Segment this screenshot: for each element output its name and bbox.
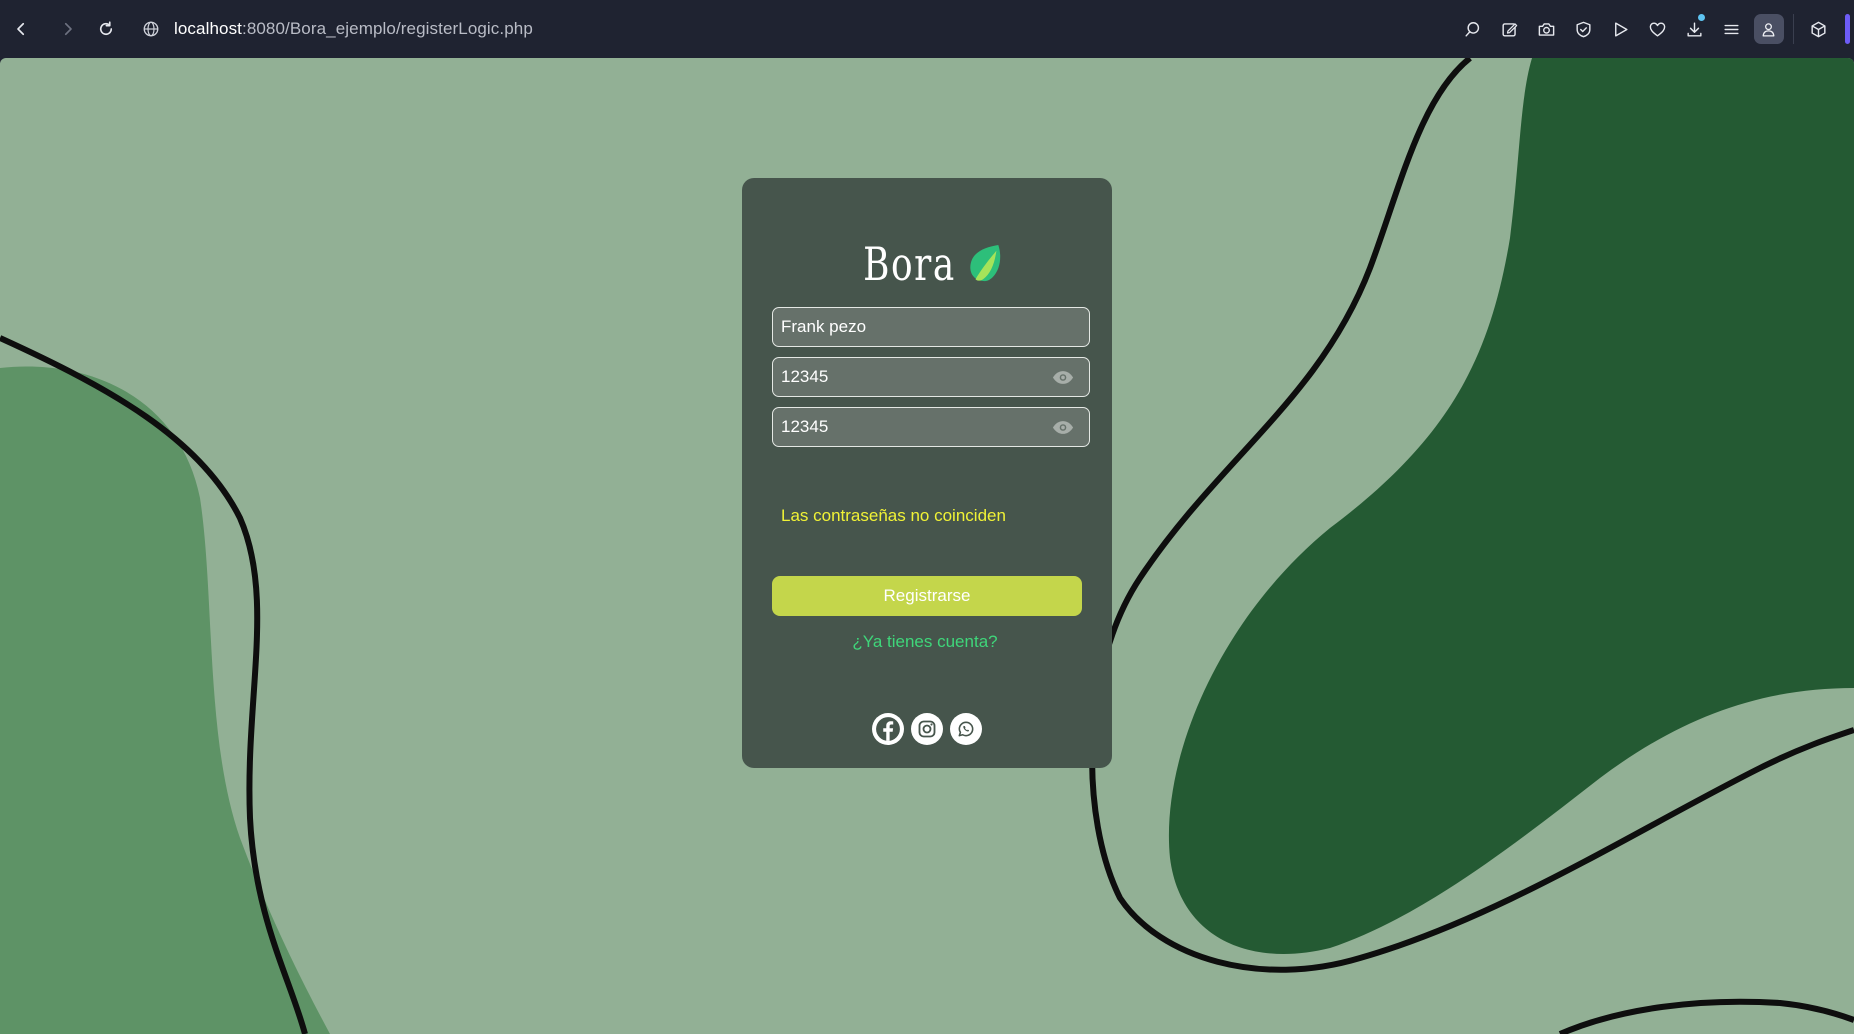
download-button[interactable]	[1676, 0, 1713, 58]
username-input[interactable]	[773, 308, 1041, 346]
sidebar-accent	[1845, 14, 1850, 44]
back-button[interactable]	[6, 14, 36, 44]
password-mismatch-error: Las contraseñas no coinciden	[781, 506, 1006, 525]
url-text: localhost:8080/Bora_ejemplo/registerLogi…	[174, 19, 533, 39]
search-page-icon	[1465, 21, 1480, 37]
leaf-icon	[970, 245, 1001, 282]
profile-button[interactable]	[1753, 14, 1784, 44]
menu-button[interactable]	[1713, 0, 1750, 58]
instagram-icon	[918, 720, 936, 738]
toolbar-icons	[1454, 0, 1854, 58]
globe-icon	[143, 21, 159, 37]
shield-icon	[1576, 21, 1591, 37]
play-button[interactable]	[1602, 0, 1639, 58]
shield-button[interactable]	[1565, 0, 1602, 58]
toolbar-divider	[1793, 14, 1794, 44]
password-field[interactable]	[772, 357, 1090, 397]
eye-icon	[1052, 370, 1074, 384]
forward-arrow-icon	[64, 22, 72, 36]
play-icon	[1615, 21, 1628, 37]
logo-text: Bora	[862, 237, 956, 291]
url-path: :8080/Bora_ejemplo/registerLogic.php	[242, 19, 533, 38]
whatsapp-link[interactable]	[950, 713, 982, 745]
username-field[interactable]	[772, 307, 1090, 347]
back-arrow-icon	[17, 22, 25, 36]
heart-icon	[1649, 21, 1666, 37]
reload-button[interactable]	[91, 14, 121, 44]
facebook-icon	[876, 717, 900, 741]
eye-icon	[1052, 420, 1074, 434]
register-button[interactable]: Registrarse	[772, 576, 1082, 616]
profile-button-wrap	[1750, 0, 1787, 58]
password-input[interactable]	[773, 358, 1041, 396]
register-card: Bora Las contraseñas no coinciden Regist…	[742, 178, 1112, 768]
download-icon	[1687, 21, 1702, 37]
url-host: localhost	[174, 19, 242, 38]
camera-button[interactable]	[1528, 0, 1565, 58]
confirm-password-field[interactable]	[772, 407, 1090, 447]
download-badge	[1698, 14, 1705, 21]
extensions-icon	[1811, 21, 1826, 37]
instagram-link[interactable]	[911, 713, 943, 745]
reload-icon	[99, 21, 113, 36]
profile-icon	[1762, 22, 1775, 37]
edit-icon	[1502, 22, 1518, 37]
page-viewport: Bora Las contraseñas no coinciden Regist…	[0, 58, 1854, 1034]
search-page-button[interactable]	[1454, 0, 1491, 58]
whatsapp-icon	[958, 721, 974, 737]
brand-logo: Bora	[742, 234, 1112, 294]
browser-toolbar: localhost:8080/Bora_ejemplo/registerLogi…	[0, 0, 1854, 58]
confirm-password-input[interactable]	[773, 408, 1041, 446]
login-link[interactable]: ¿Ya tienes cuenta?	[742, 632, 1108, 652]
heart-button[interactable]	[1639, 0, 1676, 58]
extensions-button[interactable]	[1800, 0, 1837, 58]
camera-icon	[1538, 22, 1555, 36]
edit-button[interactable]	[1491, 0, 1528, 58]
address-bar[interactable]: localhost:8080/Bora_ejemplo/registerLogi…	[142, 14, 533, 44]
password-toggle[interactable]	[1051, 368, 1075, 386]
social-links	[742, 713, 1112, 747]
facebook-link[interactable]	[872, 713, 904, 745]
forward-button[interactable]	[53, 14, 83, 44]
confirm-password-toggle[interactable]	[1051, 418, 1075, 436]
menu-icon	[1724, 24, 1739, 34]
